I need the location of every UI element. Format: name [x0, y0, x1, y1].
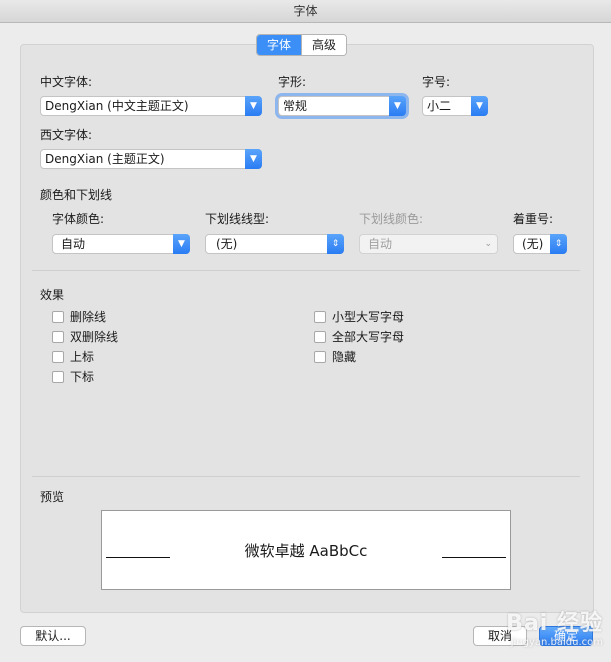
underline-style-value: (无)	[216, 237, 238, 251]
updown-arrows-icon: ⇕	[327, 234, 344, 254]
western-font-value: DengXian (主题正文)	[45, 152, 165, 166]
chevron-down-icon: ▼	[389, 96, 406, 116]
checkbox-box[interactable]	[314, 350, 326, 363]
checkbox-box[interactable]	[314, 310, 326, 323]
checkbox-label: 全部大写字母	[332, 330, 405, 344]
chinese-font-value: DengXian (中文主题正文)	[45, 99, 189, 113]
checkbox-label: 下标	[70, 370, 95, 384]
emphasis-label: 着重号:	[513, 212, 554, 226]
chinese-font-label: 中文字体:	[40, 75, 93, 89]
strikethrough-checkbox[interactable]: 删除线	[52, 308, 106, 325]
chevron-down-icon: ⌄	[484, 239, 492, 249]
font-style-value: 常规	[283, 99, 308, 113]
chinese-font-select[interactable]: DengXian (中文主题正文) ▼	[40, 96, 262, 116]
window-title: 字体	[0, 0, 611, 23]
font-style-label: 字形:	[278, 75, 307, 89]
preview-heading: 预览	[40, 490, 65, 504]
checkbox-box[interactable]	[52, 370, 64, 383]
tab-advanced[interactable]: 高级	[301, 35, 347, 55]
underline-color-label: 下划线颜色:	[359, 212, 424, 226]
divider	[32, 476, 580, 477]
all-caps-checkbox[interactable]: 全部大写字母	[314, 328, 404, 345]
small-caps-checkbox[interactable]: 小型大写字母	[314, 308, 404, 325]
preview-box: 微软卓越 AaBbCc	[101, 510, 511, 590]
checkbox-label: 删除线	[70, 310, 107, 324]
western-font-label: 西文字体:	[40, 128, 93, 142]
color-underline-heading: 颜色和下划线	[40, 188, 113, 202]
preview-right-line	[442, 557, 506, 558]
font-style-select[interactable]: 常规 ▼	[278, 96, 406, 116]
western-font-select[interactable]: DengXian (主题正文) ▼	[40, 149, 262, 169]
checkbox-box[interactable]	[52, 350, 64, 363]
watermark-text: Bai 经验	[506, 611, 603, 636]
tab-bar: 字体 高级	[256, 34, 348, 56]
underline-style-select[interactable]: (无) ⇕	[205, 234, 344, 254]
double-strikethrough-checkbox[interactable]: 双删除线	[52, 328, 118, 345]
font-color-select[interactable]: 自动 ▼	[52, 234, 190, 254]
chevron-down-icon: ▼	[471, 96, 488, 116]
effects-heading: 效果	[40, 288, 65, 302]
checkbox-label: 上标	[70, 350, 95, 364]
chevron-down-icon: ▼	[173, 234, 190, 254]
chevron-down-icon: ▼	[245, 96, 262, 116]
superscript-checkbox[interactable]: 上标	[52, 348, 94, 365]
checkbox-label: 小型大写字母	[332, 310, 405, 324]
watermark-logo: Bai 经验 jingyan.baidu.com	[506, 605, 603, 648]
font-color-label: 字体颜色:	[52, 212, 105, 226]
hidden-checkbox[interactable]: 隐藏	[314, 348, 356, 365]
underline-style-label: 下划线线型:	[205, 212, 270, 226]
checkbox-box[interactable]	[314, 330, 326, 343]
tab-font[interactable]: 字体	[257, 35, 302, 55]
font-size-label: 字号:	[422, 75, 451, 89]
divider	[32, 270, 580, 271]
updown-arrows-icon: ⇕	[550, 234, 567, 254]
chevron-down-icon: ▼	[245, 149, 262, 169]
checkbox-box[interactable]	[52, 310, 64, 323]
font-size-select[interactable]: 小二 ▼	[422, 96, 488, 116]
checkbox-label: 双删除线	[70, 330, 119, 344]
watermark-subtext: jingyan.baidu.com	[510, 637, 603, 648]
underline-color-select: 自动 ⌄	[359, 234, 498, 254]
checkbox-box[interactable]	[52, 330, 64, 343]
checkbox-label: 隐藏	[332, 350, 357, 364]
font-color-value: 自动	[61, 237, 86, 251]
emphasis-select[interactable]: (无) ⇕	[513, 234, 567, 254]
underline-color-value: 自动	[368, 237, 393, 251]
default-button[interactable]: 默认...	[20, 626, 86, 646]
subscript-checkbox[interactable]: 下标	[52, 368, 94, 385]
